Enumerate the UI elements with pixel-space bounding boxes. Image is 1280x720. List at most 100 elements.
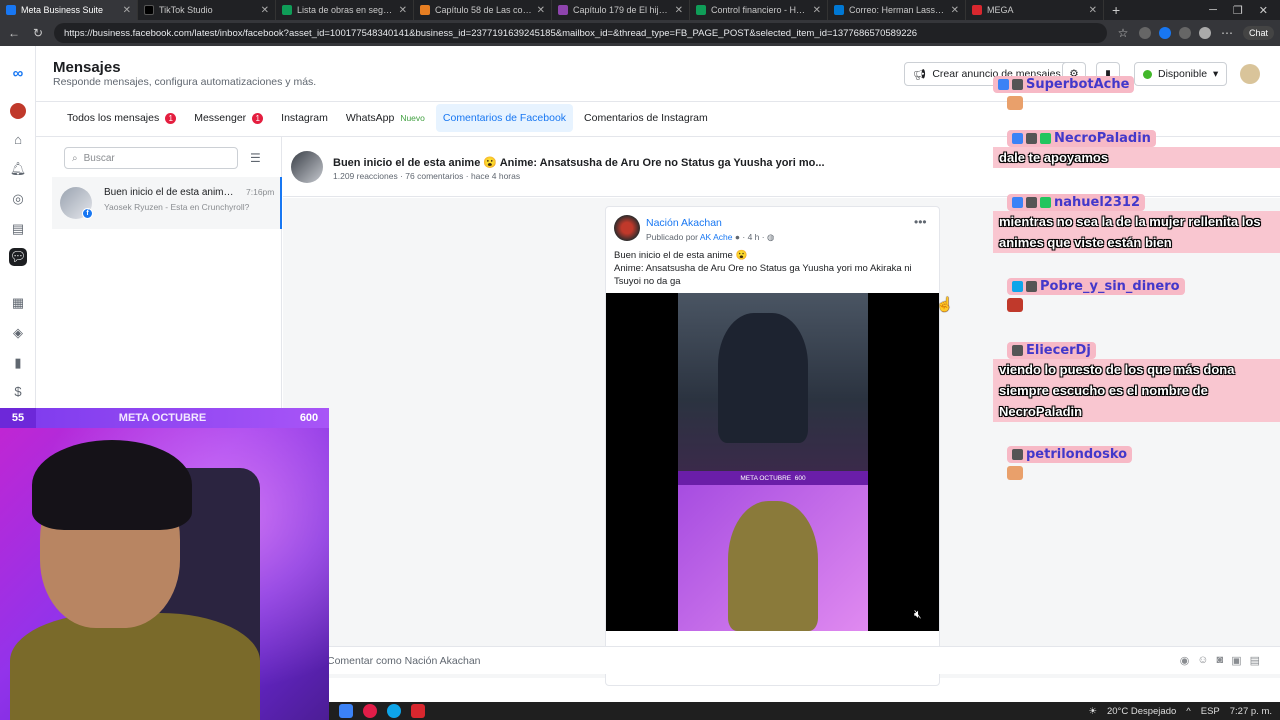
browser-tab[interactable]: Lista de obras en seguimien✕ (276, 0, 414, 20)
menu-icon[interactable]: ⋯ (1219, 26, 1235, 40)
gif-icon[interactable]: ▣ (1231, 654, 1241, 667)
post-thumbnail (291, 151, 323, 183)
goal-label: META OCTUBRE (118, 412, 207, 424)
tab-facebook-comments[interactable]: Comentarios de Facebook (435, 104, 574, 132)
mouse-cursor-icon: ☝ (936, 296, 954, 312)
mega-icon[interactable] (411, 704, 425, 718)
app-icon[interactable] (339, 704, 353, 718)
close-icon[interactable]: ✕ (261, 5, 269, 16)
more-options-icon[interactable]: ••• (914, 215, 927, 229)
chat-message: NecroPaladin dale te apoyamos (993, 130, 1280, 180)
list-item[interactable]: f Buen inicio el de esta anime ... 7:16p… (52, 177, 282, 229)
badge-icon (1012, 197, 1023, 208)
badge-icon (1012, 449, 1023, 460)
page-name[interactable]: Nación Akachan (646, 217, 722, 229)
browser-tab[interactable]: Capítulo 58 de Las conspira✕ (414, 0, 552, 20)
monetization-icon[interactable]: $ (9, 382, 27, 400)
close-icon[interactable]: ✕ (951, 5, 959, 16)
meta-logo-icon[interactable]: ∞ (9, 64, 27, 82)
tab-instagram[interactable]: Instagram (274, 104, 335, 132)
close-icon[interactable]: ✕ (813, 5, 821, 16)
home-icon[interactable]: ⌂ (9, 130, 27, 148)
reload-icon[interactable]: ↻ (30, 26, 46, 40)
badge-icon (1026, 197, 1037, 208)
calendar-icon[interactable]: ▦ (9, 294, 27, 312)
clock-time[interactable]: 7:27 p. m. (1230, 706, 1272, 717)
browser-tab[interactable]: Capítulo 179 de El hijo men✕ (552, 0, 690, 20)
weather-text[interactable]: 20°C Despejado (1107, 706, 1176, 717)
tray-chevron-icon[interactable]: ^ (1186, 706, 1190, 717)
chat-message: EliecerDj viendo lo puesto de los que má… (993, 342, 1280, 432)
ads-icon[interactable]: ◈ (9, 324, 27, 342)
close-icon[interactable]: ✕ (123, 5, 131, 16)
emoji-icon[interactable]: ☺ (1197, 654, 1208, 667)
comment-input[interactable]: Comentar como Nación Akachan (327, 655, 481, 667)
author-link[interactable]: AK Ache (700, 232, 733, 242)
extension-icon[interactable] (1138, 27, 1151, 39)
search-icon: ⌕ (72, 152, 78, 164)
comment-composer[interactable]: Comentar como Nación Akachan ◉ ☺ ◙ ▣ ▤ (283, 646, 1280, 674)
badge-icon (1040, 133, 1051, 144)
browser-tab-bar: Meta Business Suite ✕ TikTok Studio ✕ List… (0, 0, 1280, 20)
avatar[interactable] (9, 102, 27, 120)
new-badge: Nuevo (400, 113, 425, 123)
insights-icon[interactable]: ▮ (9, 354, 27, 372)
streamer-body (10, 613, 260, 720)
post-meta: Publicado por AK Ache ● · 4 h · ◍ (646, 232, 775, 242)
saved-reply-icon[interactable]: ▤ (1250, 654, 1260, 667)
inbox-icon[interactable]: 💬︎ (9, 248, 27, 266)
unread-badge: 1 (165, 112, 177, 124)
badge-icon (1026, 281, 1037, 292)
browser-tab[interactable]: Correo: Herman Lasso - Ou✕ (828, 0, 966, 20)
minimize-icon[interactable]: ─ (1209, 4, 1217, 16)
new-tab-button[interactable]: + (1104, 0, 1128, 20)
sheets-favicon-icon (696, 5, 706, 15)
browser-tab[interactable]: Meta Business Suite ✕ (0, 0, 138, 20)
badge-icon (1040, 197, 1051, 208)
badge-icon (1026, 133, 1037, 144)
webcam-overlay (0, 428, 329, 720)
back-icon[interactable]: ← (6, 26, 22, 40)
extension-icon[interactable] (1158, 27, 1171, 39)
sticker-icon[interactable]: ◉ (1180, 654, 1190, 667)
notifications-icon[interactable]: 🔔︎ (9, 160, 27, 178)
weather-icon: ☀ (1088, 705, 1097, 717)
edge-icon[interactable] (387, 704, 401, 718)
tiktok-favicon-icon (144, 5, 154, 15)
tab-all-messages[interactable]: Todos los mensajes 1 (60, 104, 183, 132)
close-icon[interactable]: ✕ (537, 5, 545, 16)
posts-icon[interactable]: ▤ (9, 220, 27, 238)
avatar[interactable] (614, 215, 640, 241)
close-window-icon[interactable]: ✕ (1259, 4, 1268, 17)
thread-title[interactable]: Buen inicio el de esta anime 😮 Anime: An… (333, 156, 825, 169)
tab-whatsapp[interactable]: WhatsApp Nuevo (339, 104, 432, 132)
compass-icon[interactable]: ◎ (9, 190, 27, 208)
tab-messenger[interactable]: Messenger 1 (187, 104, 270, 132)
conversation-list: ⌕ Buscar ☰ f Buen inicio el de esta anime… (52, 137, 282, 417)
video-meta-banner: META OCTUBRE 600 (678, 471, 868, 485)
maximize-icon[interactable]: ❐ (1233, 4, 1243, 17)
post-video[interactable]: META OCTUBRE 600 🔇︎ (606, 293, 939, 631)
star-icon[interactable]: ☆ (1115, 26, 1131, 40)
profile-avatar[interactable] (1198, 27, 1211, 39)
browser-tab[interactable]: Control financiero - Hojas d✕ (690, 0, 828, 20)
camera-icon[interactable]: ◙ (1217, 654, 1224, 667)
chat-username: EliecerDj (1007, 342, 1096, 359)
sheets-favicon-icon (282, 5, 292, 15)
browser-tab[interactable]: TikTok Studio ✕ (138, 0, 276, 20)
language-indicator[interactable]: ESP (1201, 706, 1220, 717)
unread-badge: 1 (252, 112, 264, 124)
mute-icon[interactable]: 🔇︎ (914, 607, 922, 622)
close-icon[interactable]: ✕ (399, 5, 407, 16)
app-icon[interactable] (363, 704, 377, 718)
close-icon[interactable]: ✕ (1089, 5, 1097, 16)
close-icon[interactable]: ✕ (675, 5, 683, 16)
browser-tab[interactable]: MEGA ✕ (966, 0, 1104, 20)
extension-icon[interactable] (1178, 27, 1191, 39)
chat-button[interactable]: Chat (1242, 26, 1274, 40)
url-field[interactable]: https://business.facebook.com/latest/inb… (54, 23, 1107, 43)
chat-message: nahuel2312 mientras no sea la de la muje… (993, 194, 1280, 264)
filter-icon[interactable]: ☰ (250, 151, 261, 165)
tab-instagram-comments[interactable]: Comentarios de Instagram (577, 104, 715, 132)
search-input[interactable]: ⌕ Buscar (64, 147, 238, 169)
